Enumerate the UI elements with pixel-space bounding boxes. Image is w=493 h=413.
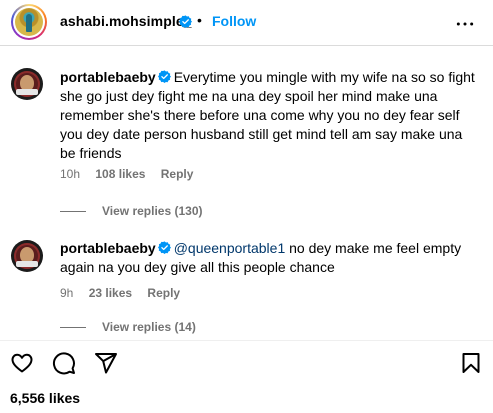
comment-meta: 9h 23 likes Reply — [60, 286, 192, 300]
divider-line — [60, 211, 86, 213]
comment-mention[interactable]: @queenportable1 — [174, 240, 286, 256]
comment-username[interactable]: portablebaeby — [60, 69, 156, 85]
instagram-post-comments: ashabi.mohsimple_ • Follow portablebaeby… — [0, 0, 493, 413]
header-username[interactable]: ashabi.mohsimple_ — [60, 13, 192, 29]
bookmark-icon[interactable] — [459, 351, 483, 375]
post-action-bar — [0, 340, 493, 380]
comment-icon[interactable] — [52, 351, 76, 375]
share-icon[interactable] — [94, 351, 118, 375]
verified-icon — [157, 70, 171, 83]
heart-icon[interactable] — [10, 351, 34, 375]
view-replies-label: View replies (14) — [102, 320, 196, 334]
comment-body: portablebaeby @queenportable1 no dey make… — [60, 239, 480, 277]
comment-time: 9h — [60, 286, 74, 300]
follow-button[interactable]: Follow — [212, 13, 256, 29]
view-replies-label: View replies (130) — [102, 204, 203, 218]
divider-line — [60, 327, 86, 329]
post-likes-count[interactable]: 6,556 likes — [10, 390, 80, 406]
reply-button[interactable]: Reply — [161, 167, 194, 181]
comment-username[interactable]: portablebaeby — [60, 240, 156, 256]
comment-body: portablebaeby Everytime you mingle with m… — [60, 68, 480, 163]
more-icon[interactable] — [455, 14, 475, 34]
view-replies-button[interactable]: View replies (14) — [60, 320, 196, 334]
comment-time: 10h — [60, 167, 81, 181]
separator-dot: • — [197, 12, 202, 28]
comment-meta: 10h 108 likes Reply — [60, 167, 205, 181]
comment-likes[interactable]: 108 likes — [95, 167, 145, 181]
comment-likes[interactable]: 23 likes — [89, 286, 132, 300]
verified-icon — [157, 241, 171, 254]
verified-icon — [179, 15, 192, 28]
comment-avatar[interactable] — [11, 240, 43, 272]
post-header: ashabi.mohsimple_ • Follow — [0, 0, 493, 46]
reply-button[interactable]: Reply — [147, 286, 180, 300]
avatar[interactable] — [11, 4, 47, 40]
comment-avatar[interactable] — [11, 68, 43, 100]
view-replies-button[interactable]: View replies (130) — [60, 204, 203, 218]
